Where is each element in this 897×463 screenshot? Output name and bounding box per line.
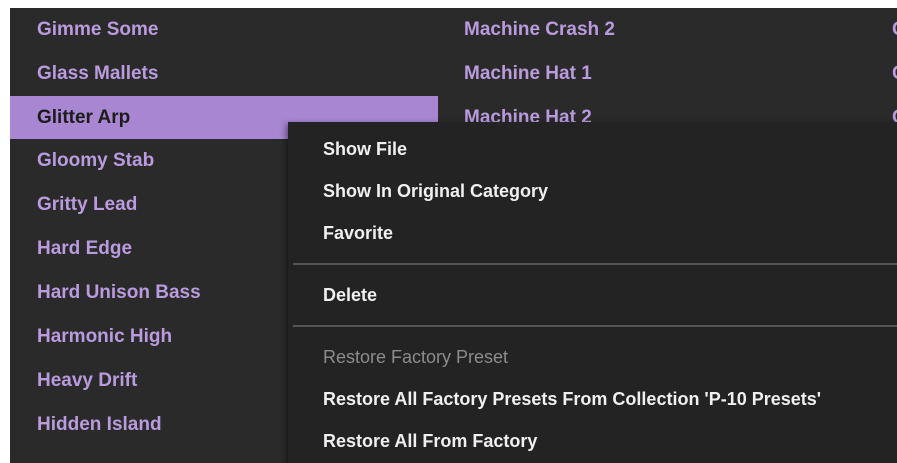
menu-divider xyxy=(293,263,897,265)
preset-list-column-3: C C C xyxy=(890,8,897,140)
preset-context-menu: Show File Show In Original Category Favo… xyxy=(288,122,897,463)
menu-item-restore-factory-preset: Restore Factory Preset xyxy=(323,347,509,367)
preset-item[interactable]: C xyxy=(890,52,897,96)
menu-item-show-in-original-category[interactable]: Show In Original Category xyxy=(288,170,897,212)
menu-item-show-file[interactable]: Show File xyxy=(288,128,897,170)
menu-item-delete[interactable]: Delete xyxy=(288,274,897,316)
menu-item-restore-all-from-factory[interactable]: Restore All From Factory xyxy=(288,420,897,462)
app-window: Gimme Some Glass Mallets Glitter Arp Glo… xyxy=(0,0,897,463)
preset-item[interactable]: Machine Hat 1 xyxy=(452,52,872,96)
preset-list-column-2: Machine Crash 2 Machine Hat 1 Machine Ha… xyxy=(452,8,872,140)
menu-divider xyxy=(293,325,897,327)
menu-item-favorite[interactable]: Favorite xyxy=(288,212,897,254)
menu-item-restore-all-from-collection[interactable]: Restore All Factory Presets From Collect… xyxy=(288,378,897,420)
preset-item[interactable]: C xyxy=(890,8,897,52)
preset-item[interactable]: Gimme Some xyxy=(10,8,438,52)
preset-item[interactable]: Machine Crash 2 xyxy=(452,8,872,52)
preset-item[interactable]: Glass Mallets xyxy=(10,52,438,96)
